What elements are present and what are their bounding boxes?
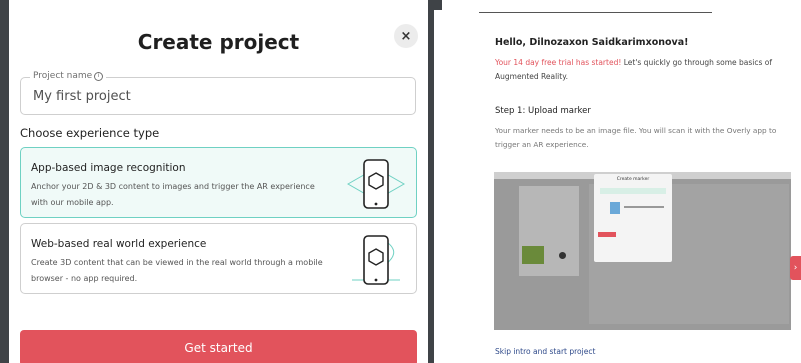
option-app-based-card[interactable]: App-based image recognition Anchor your …: [20, 147, 417, 218]
step-description: Your marker needs to be an image file. Y…: [495, 126, 777, 149]
trial-intro-text: Your 14 day free trial has started! Let'…: [495, 56, 795, 84]
panel-divider: [479, 12, 712, 13]
preview-dialog-line: [624, 206, 664, 208]
close-icon: ×: [400, 28, 412, 44]
greeting-heading: Hello, Dilnozaxon Saidkarimxonova!: [495, 37, 689, 48]
preview-dialog-button: [598, 232, 616, 237]
option-description: Create 3D content that can be viewed in …: [31, 258, 323, 283]
info-icon[interactable]: i: [94, 71, 104, 81]
project-name-label: Project name i: [30, 71, 107, 81]
step-title: Step 1: Upload marker: [495, 106, 591, 116]
skip-intro-link[interactable]: Skip intro and start project: [495, 347, 595, 356]
preview-image-icon: [610, 202, 620, 214]
modal-title: Create project: [137, 30, 300, 54]
preview-create-marker-dialog: Create marker: [594, 174, 672, 262]
preview-dialog-banner: [600, 188, 666, 194]
next-side-tab[interactable]: ›: [790, 256, 801, 280]
modal-backdrop-right[interactable]: [428, 0, 434, 363]
project-name-input[interactable]: My first project: [33, 89, 131, 104]
modal-backdrop-corner: [434, 0, 442, 10]
preview-dot: [559, 252, 566, 259]
phone-image-target-icon: [346, 159, 406, 209]
option-description: Anchor your 2D & 3D content to images an…: [31, 182, 315, 207]
close-button[interactable]: ×: [394, 24, 418, 48]
project-name-label-text: Project name: [33, 71, 93, 81]
option-web-based-card[interactable]: Web-based real world experience Create 3…: [20, 223, 417, 294]
trial-highlight: Your 14 day free trial has started!: [495, 58, 622, 67]
create-project-modal: Create project × Project name i My first…: [9, 0, 428, 363]
phone-world-anchor-icon: [352, 235, 400, 285]
preview-thumbnail: [522, 246, 544, 264]
experience-type-label: Choose experience type: [20, 126, 160, 140]
option-title: Web-based real world experience: [31, 238, 207, 250]
option-title: App-based image recognition: [31, 162, 186, 174]
project-name-field[interactable]: Project name i My first project: [20, 71, 416, 115]
preview-dialog-title: Create marker: [616, 177, 650, 182]
chevron-right-icon: ›: [793, 263, 798, 273]
modal-backdrop-left[interactable]: [0, 0, 9, 363]
get-started-button[interactable]: Get started: [20, 330, 417, 363]
upload-marker-preview-image: Create marker: [494, 172, 791, 330]
